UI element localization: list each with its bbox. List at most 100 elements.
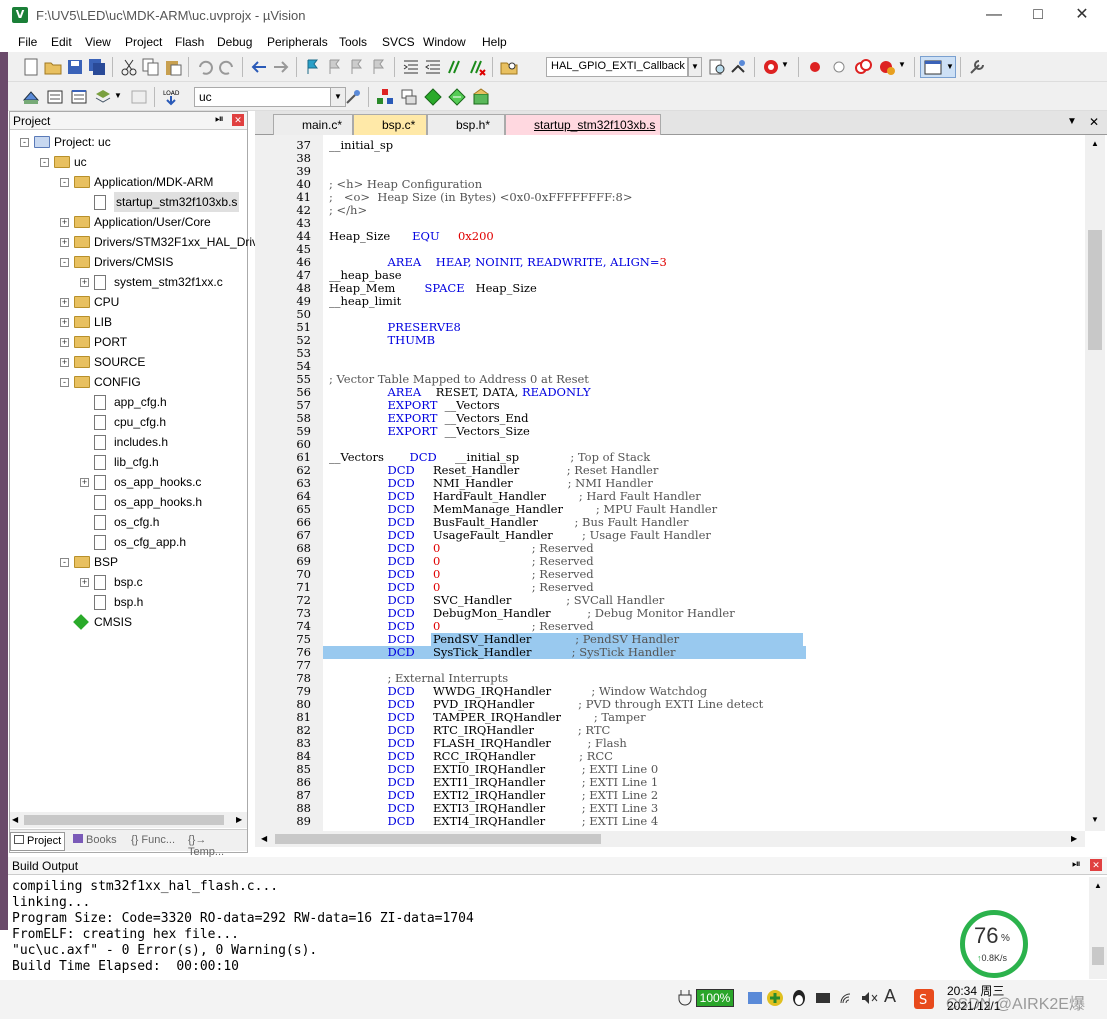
tree-item[interactable]: os_cfg.h [10, 512, 247, 532]
tree-item[interactable]: os_cfg_app.h [10, 532, 247, 552]
tree-item[interactable]: - BSP [10, 552, 247, 572]
editor-hscroll-thumb[interactable] [275, 834, 601, 844]
close-build-panel-icon[interactable]: ✕ [1090, 859, 1102, 871]
collapse-icon[interactable]: - [60, 378, 69, 387]
collapse-icon[interactable]: - [60, 178, 69, 187]
find-in-files-icon[interactable] [500, 58, 518, 76]
manage-components-icon[interactable] [400, 88, 418, 106]
pack-installer-icon[interactable] [448, 88, 466, 106]
window-layout-button[interactable]: ▼ [920, 56, 956, 78]
menu-window[interactable]: Window [423, 35, 466, 49]
tree-item[interactable]: - CONFIG [10, 372, 247, 392]
tree-item[interactable]: CMSIS [10, 612, 247, 632]
power-plug-icon[interactable] [676, 988, 694, 1006]
pin-icon[interactable]: ⏯ [1072, 858, 1081, 871]
prev-bookmark-icon[interactable] [326, 58, 344, 76]
tree-item[interactable]: bsp.h [10, 592, 247, 612]
tab-startup[interactable]: startup_stm32f103xb.s [505, 114, 661, 135]
expand-icon[interactable]: + [60, 338, 69, 347]
comment-icon[interactable] [446, 58, 464, 76]
tree-item[interactable]: + system_stm32f1xx.c [10, 272, 247, 292]
paste-icon[interactable] [164, 58, 182, 76]
tree-item[interactable]: app_cfg.h [10, 392, 247, 412]
menu-project[interactable]: Project [125, 35, 162, 49]
indent-icon[interactable] [402, 58, 420, 76]
function-combo[interactable]: HAL_GPIO_EXTI_Callback [546, 57, 688, 77]
build-vscroll-thumb[interactable] [1092, 947, 1104, 965]
tree-item[interactable]: - Drivers/CMSIS [10, 252, 247, 272]
rebuild-icon[interactable] [70, 88, 88, 106]
expand-icon[interactable]: + [60, 238, 69, 247]
tree-item[interactable]: os_app_hooks.h [10, 492, 247, 512]
expand-icon[interactable]: + [60, 218, 69, 227]
tab-bsp-h[interactable]: bsp.h* [427, 114, 505, 135]
redo-icon[interactable] [218, 58, 236, 76]
tab-main-c[interactable]: main.c* [273, 114, 353, 135]
file-extensions-icon[interactable] [376, 88, 394, 106]
close-tab-icon[interactable]: ✕ [1089, 115, 1099, 129]
tab-books[interactable]: Books [70, 832, 120, 851]
plus-app-icon[interactable] [766, 989, 784, 1007]
wifi-icon[interactable] [838, 989, 856, 1007]
stop-build-icon[interactable] [130, 88, 148, 106]
close-panel-icon[interactable]: ✕ [232, 114, 244, 126]
project-hscroll-thumb[interactable] [24, 815, 224, 825]
menu-file[interactable]: File [18, 35, 37, 49]
wechat-icon[interactable] [814, 989, 832, 1007]
expand-icon[interactable]: + [60, 318, 69, 327]
collapse-icon[interactable]: - [20, 138, 29, 147]
menu-peripherals[interactable]: Peripherals [267, 35, 328, 49]
tree-item[interactable]: cpu_cfg.h [10, 412, 247, 432]
tree-item[interactable]: - Project: uc [10, 132, 247, 152]
volume-muted-icon[interactable] [860, 989, 878, 1007]
nav-back-icon[interactable] [250, 58, 268, 76]
function-combo-dropdown[interactable]: ▼ [688, 57, 702, 77]
tree-item[interactable]: + Application/User/Core [10, 212, 247, 232]
tab-list-icon[interactable]: ▼ [1067, 116, 1077, 127]
software-packs-icon[interactable] [472, 88, 490, 106]
uncomment-icon[interactable] [468, 58, 486, 76]
cut-icon[interactable] [120, 58, 138, 76]
maximize-button[interactable]: □ [1018, 4, 1058, 26]
debug-session-icon[interactable] [762, 58, 780, 76]
save-all-icon[interactable] [88, 58, 106, 76]
tree-item[interactable]: + os_app_hooks.c [10, 472, 247, 492]
build-vscroll[interactable]: ▲ [1089, 877, 1107, 979]
editor-vscroll-thumb[interactable] [1088, 230, 1102, 350]
target-options-icon[interactable] [344, 88, 362, 106]
breakpoint-icon[interactable] [806, 58, 824, 76]
tree-item[interactable]: - uc [10, 152, 247, 172]
sogou-icon[interactable]: S [914, 989, 934, 1009]
tab-templates[interactable]: {}→ Temp... [185, 832, 247, 858]
tree-item[interactable]: startup_stm32f103xb.s [10, 192, 247, 212]
editor-hscroll[interactable]: ◀ ▶ [255, 831, 1085, 847]
build-icon[interactable] [46, 88, 64, 106]
code-view[interactable]: __initial_sp; <h> Heap Configuration; <o… [323, 135, 1083, 831]
save-icon[interactable] [66, 58, 84, 76]
new-file-icon[interactable] [22, 58, 40, 76]
tree-item[interactable]: - Application/MDK-ARM [10, 172, 247, 192]
find-icon[interactable] [708, 58, 726, 76]
tree-item[interactable]: includes.h [10, 432, 247, 452]
tab-project[interactable]: Project [10, 832, 66, 851]
target-select[interactable]: uc [194, 87, 334, 107]
expand-icon[interactable]: + [60, 358, 69, 367]
next-bookmark-icon[interactable] [348, 58, 366, 76]
run-time-env-icon[interactable] [424, 88, 442, 106]
qq-icon[interactable] [790, 989, 808, 1007]
project-hscroll[interactable]: ◀ ▶ [10, 812, 247, 828]
incremental-find-icon[interactable] [730, 58, 748, 76]
menu-flash[interactable]: Flash [175, 35, 204, 49]
tree-item[interactable]: + PORT [10, 332, 247, 352]
collapse-icon[interactable]: - [40, 158, 49, 167]
nav-forward-icon[interactable] [272, 58, 290, 76]
debug-dropdown-icon[interactable]: ▼ [781, 60, 789, 69]
collapse-icon[interactable]: - [60, 558, 69, 567]
tree-item[interactable]: lib_cfg.h [10, 452, 247, 472]
bookmark-icon[interactable] [304, 58, 322, 76]
undo-icon[interactable] [196, 58, 214, 76]
menu-view[interactable]: View [85, 35, 111, 49]
disable-all-breakpoints-icon[interactable] [854, 58, 872, 76]
open-folder-icon[interactable] [44, 58, 62, 76]
expand-icon[interactable]: + [80, 478, 89, 487]
